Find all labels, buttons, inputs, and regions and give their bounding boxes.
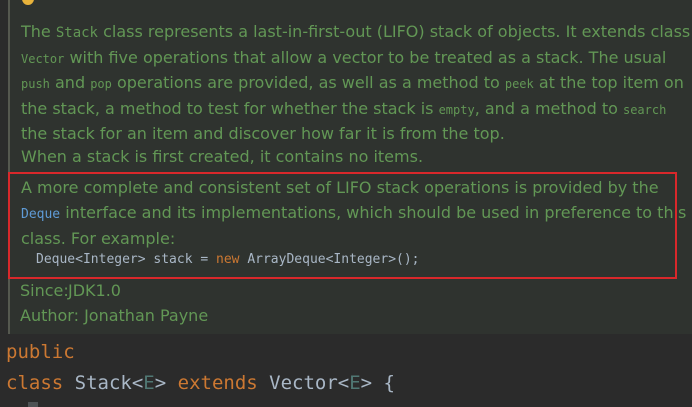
code-line-class-declaration[interactable]: class Stack<E> extends Vector<E> { [6,370,395,396]
text: with five operations that allow a vector… [64,47,667,67]
code-peek: peek [504,77,534,92]
superclass-name: Vector< [257,372,350,394]
author-label: Author: [20,306,79,325]
text: and [49,73,91,93]
javadoc-author: Author: Jonathan Payne [20,305,208,327]
fold-marker [28,402,38,407]
code-text: > { [360,372,395,394]
type-parameter: E [143,372,155,394]
class-name: Stack< [63,372,144,394]
javadoc-paragraph-description: The Stack class represents a last-in-fir… [21,20,690,147]
keyword-public: public [6,341,75,363]
text: operations are provided, as well as a me… [111,73,505,93]
javadoc-paragraph-initial: When a stack is first created, it contai… [21,147,424,166]
code-line-public[interactable]: public [6,339,75,365]
code-push: push [21,77,50,92]
author-value: Jonathan Payne [84,306,209,325]
text: the stack, a method to test for whether … [21,98,439,118]
keyword-extends: extends [177,372,258,394]
text: class represents a last-in-first-out (LI… [98,22,691,41]
red-highlight-annotation [8,172,677,279]
text: , and a method to [474,98,623,118]
code-pop: pop [90,77,112,92]
lightbulb-icon[interactable] [22,0,34,5]
code-editor[interactable]: The Stack class represents a last-in-fir… [0,0,692,407]
code-text: > [154,372,178,394]
since-value: JDK1.0 [68,281,121,300]
code-search: search [622,102,667,117]
javadoc-since: Since:JDK1.0 [20,280,121,302]
code-empty: empty [438,102,475,117]
text: The [21,22,56,41]
type-parameter: E [349,372,361,394]
text: the stack for an item and discover how f… [21,124,505,144]
code-stack: Stack [55,25,98,41]
since-label: Since: [20,281,69,300]
text: at the top item on [533,73,684,93]
keyword-class: class [6,372,64,394]
code-vector: Vector [21,51,65,66]
